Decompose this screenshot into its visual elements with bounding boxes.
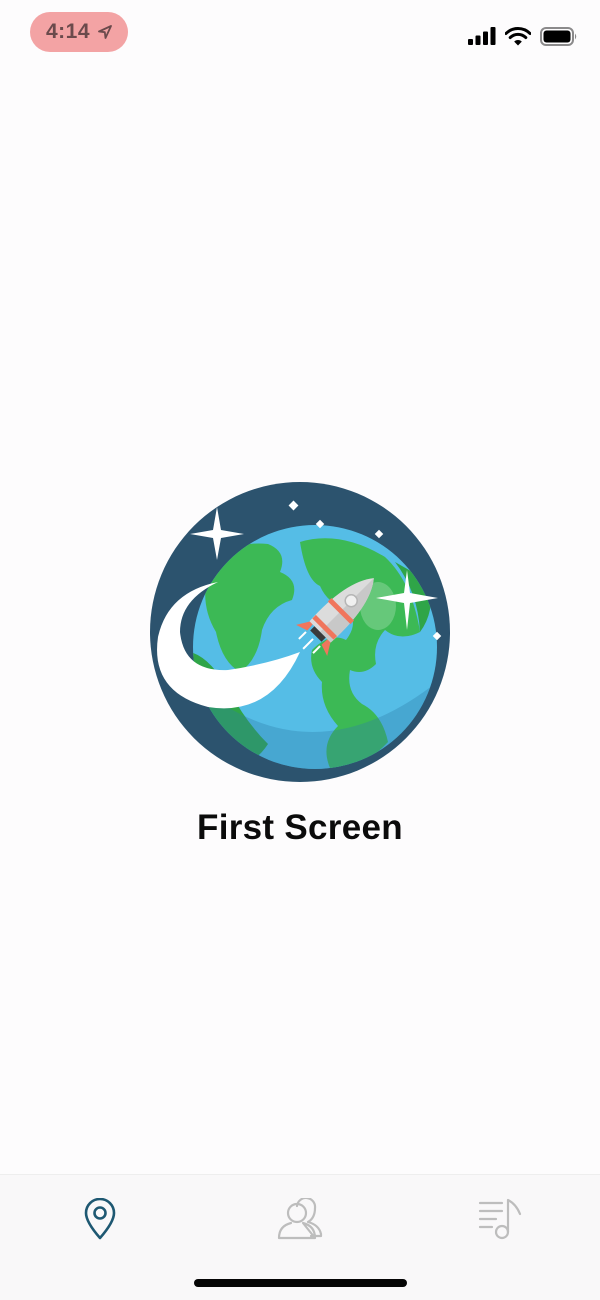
users-icon (277, 1198, 323, 1240)
status-icons (468, 24, 578, 48)
music-playlist-icon (478, 1198, 522, 1240)
status-bar: 4:14 (0, 0, 600, 70)
location-arrow-icon (98, 25, 112, 39)
battery-icon (540, 26, 577, 46)
earth-rocket-illustration (150, 482, 450, 782)
home-indicator[interactable] (194, 1279, 407, 1287)
time-pill[interactable]: 4:14 (30, 12, 128, 52)
tab-location[interactable] (70, 1189, 130, 1249)
wifi-icon (505, 26, 531, 45)
app-screen: 4:14 First Screen (0, 0, 600, 1300)
screen-title: First Screen (197, 808, 403, 847)
map-pin-icon (84, 1198, 116, 1240)
cellular-signal-icon (468, 27, 496, 45)
tab-friends[interactable] (270, 1189, 330, 1249)
tab-playlist[interactable] (470, 1189, 530, 1249)
earth-rocket-icon (150, 482, 450, 782)
status-time: 4:14 (45, 20, 91, 43)
